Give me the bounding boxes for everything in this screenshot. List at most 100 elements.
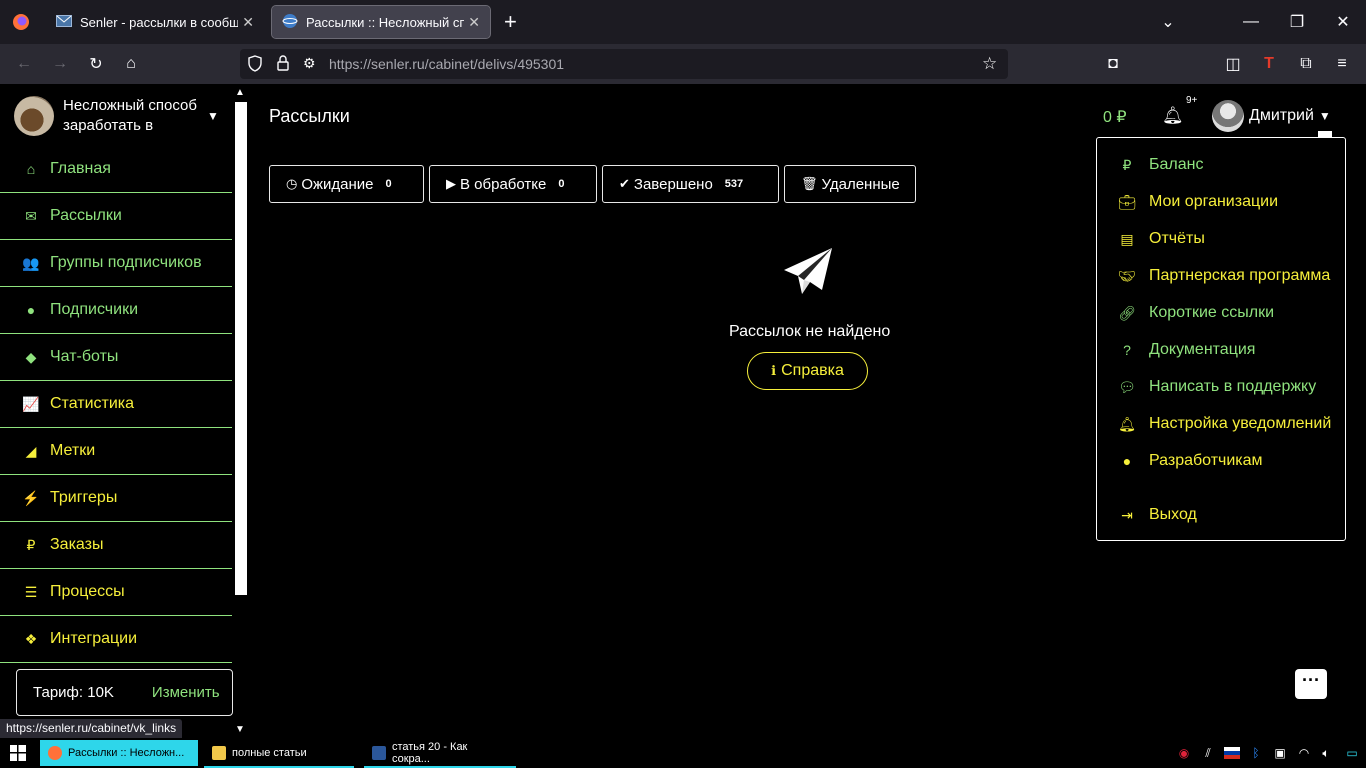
- sign-out-icon: ⇥: [1121, 506, 1133, 523]
- browser-tab-delivs[interactable]: Рассылки :: Несложный спосо ✕: [271, 5, 491, 39]
- trash-icon: 🗑︎: [801, 176, 818, 191]
- menu-icon[interactable]: ≡: [1330, 52, 1354, 76]
- tab-completed[interactable]: ✔ Завершено 537: [602, 165, 779, 203]
- sidebar-item-statistics[interactable]: 📈 Статистика: [0, 381, 232, 428]
- menu-item-docs[interactable]: ? Документация: [1117, 338, 1255, 362]
- menu-item-developers[interactable]: ● Разработчикам: [1117, 449, 1263, 473]
- forward-button[interactable]: →: [48, 52, 72, 76]
- question-icon: ?: [1123, 342, 1131, 358]
- menu-item-organizations[interactable]: 💼︎ Мои организации: [1117, 190, 1278, 214]
- volume-icon[interactable]: 🔈︎: [1315, 740, 1337, 766]
- notification-badge: 9+: [1186, 95, 1198, 106]
- close-icon[interactable]: ✕: [468, 14, 480, 31]
- scroll-down-icon[interactable]: ▼: [235, 724, 245, 735]
- sidebar-item-orders[interactable]: ₽ Заказы: [0, 522, 232, 569]
- sidebar-item-integrations[interactable]: ❖ Интеграции: [0, 616, 232, 663]
- taskbar-item-folder[interactable]: полные статьи: [204, 740, 354, 766]
- tab-processing[interactable]: ▶ В обработке 0: [429, 165, 597, 203]
- shield-icon[interactable]: [248, 55, 262, 77]
- new-tab-button[interactable]: +: [504, 10, 517, 34]
- file-icon: ▤: [1120, 230, 1134, 247]
- menu-item-balance[interactable]: ₽ Баланс: [1117, 153, 1204, 177]
- sidebar-item-deliveries[interactable]: ✉ Рассылки: [0, 193, 232, 240]
- sidebar-item-home[interactable]: ⌂ Главная: [0, 146, 232, 193]
- menu-item-support[interactable]: 💬︎ Написать в поддержку: [1117, 375, 1316, 399]
- home-icon[interactable]: ⌂: [119, 52, 143, 76]
- taskbar: Рассылки :: Несложн... полные статьи ста…: [0, 738, 1366, 768]
- menu-item-short-links[interactable]: 🔗︎ Короткие ссылки: [1117, 301, 1274, 325]
- tariff-label: Тариф: 10K: [33, 684, 114, 701]
- link-icon: 🔗︎: [1118, 304, 1136, 321]
- language-flag-icon[interactable]: [1221, 740, 1243, 766]
- lock-icon[interactable]: [277, 55, 289, 76]
- firefox-icon: [48, 746, 62, 760]
- github-icon: ●: [1122, 453, 1132, 469]
- opera-icon[interactable]: ◉: [1173, 740, 1195, 766]
- sidebar-item-processes[interactable]: ☰ Процессы: [0, 569, 232, 616]
- sidebar-scrollbar-thumb[interactable]: [235, 102, 247, 595]
- paper-plane-icon: [784, 248, 832, 294]
- extensions-icon[interactable]: ⧉: [1294, 52, 1318, 76]
- bell-icon[interactable]: 🔔︎: [1162, 106, 1184, 126]
- browser-nav-bar: ← → ↻ ⌂ ⚙ https://senler.ru/cabinet/deli…: [0, 44, 1366, 84]
- minimize-button[interactable]: —: [1228, 0, 1274, 44]
- ruble-icon: ₽: [26, 536, 36, 553]
- notifications-icon[interactable]: ▭: [1341, 740, 1363, 766]
- sidebar-toggle-icon[interactable]: ◫: [1221, 52, 1245, 76]
- tab-title: Senler - рассылки в сообщест: [80, 14, 239, 30]
- user-menu-toggle[interactable]: Дмитрий ▼: [1212, 100, 1331, 132]
- menu-item-reports[interactable]: ▤ Отчёты: [1117, 227, 1204, 251]
- tab-count: 0: [558, 178, 565, 190]
- handshake-icon: 🤝︎: [1118, 267, 1136, 284]
- browser-tab-senler[interactable]: Senler - рассылки в сообщест ✕: [46, 6, 264, 38]
- avatar: [1212, 100, 1244, 132]
- star-icon[interactable]: ☆: [982, 54, 997, 74]
- scroll-up-icon[interactable]: ▲: [235, 87, 245, 98]
- permissions-icon[interactable]: ⚙: [303, 55, 316, 72]
- taskbar-item-firefox[interactable]: Рассылки :: Несложн...: [40, 740, 198, 766]
- org-avatar: [14, 96, 54, 136]
- firefox-icon[interactable]: [0, 0, 42, 44]
- envelope-icon: ✉: [25, 207, 37, 224]
- menu-item-logout[interactable]: ⇥ Выход: [1117, 503, 1197, 527]
- tariff-box: Тариф: 10K Изменить: [16, 669, 233, 716]
- back-button[interactable]: ←: [12, 52, 36, 76]
- wifi-icon[interactable]: ◠: [1293, 740, 1315, 766]
- windows-start-icon[interactable]: [10, 745, 26, 761]
- close-icon[interactable]: ✕: [242, 14, 254, 31]
- url-bar[interactable]: ⚙ https://senler.ru/cabinet/delivs/49530…: [240, 49, 1008, 79]
- status-url: https://senler.ru/cabinet/vk_links: [0, 719, 183, 738]
- mail-icon: [56, 14, 72, 30]
- tab-count: 0: [385, 178, 392, 190]
- bluetooth-icon[interactable]: ᛒ: [1245, 740, 1267, 766]
- change-tariff-link[interactable]: Изменить: [152, 684, 220, 701]
- restore-button[interactable]: ❐: [1274, 0, 1320, 44]
- pocket-icon[interactable]: ◘: [1101, 52, 1125, 76]
- taskbar-item-word[interactable]: статья 20 - Как сокра...: [364, 740, 516, 766]
- sidebar-item-triggers[interactable]: ⚡ Триггеры: [0, 475, 232, 522]
- reload-button[interactable]: ↻: [84, 52, 108, 76]
- help-button[interactable]: ℹ Справка: [747, 352, 868, 390]
- tool-icon[interactable]: ⫽: [1197, 740, 1219, 766]
- tab-waiting[interactable]: ◷ Ожидание 0: [269, 165, 424, 203]
- chevron-down-icon: ▼: [1318, 109, 1331, 123]
- tab-deleted[interactable]: 🗑︎ Удаленные: [784, 165, 916, 203]
- sidebar-menu: ⌂ Главная ✉ Рассылки 👥 Группы подписчиков ●…: [0, 146, 232, 663]
- menu-item-notifications[interactable]: 🔔︎ Настройка уведомлений: [1117, 412, 1331, 436]
- translate-extension-icon[interactable]: T: [1257, 52, 1281, 76]
- security-icon[interactable]: ▣: [1269, 740, 1291, 766]
- sidebar-item-tags[interactable]: ◢ Метки: [0, 428, 232, 475]
- balance-link[interactable]: 0 ₽: [1103, 107, 1127, 127]
- url-text[interactable]: https://senler.ru/cabinet/delivs/495301: [329, 56, 564, 72]
- chat-button[interactable]: ···: [1295, 669, 1327, 699]
- sidebar-item-groups[interactable]: 👥 Группы подписчиков: [0, 240, 232, 287]
- chevron-down-icon[interactable]: ⌄: [1145, 0, 1191, 44]
- sidebar-item-subscribers[interactable]: ● Подписчики: [0, 287, 232, 334]
- org-selector[interactable]: Несложный способ заработать в ▼: [14, 94, 224, 138]
- close-window-button[interactable]: ✕: [1320, 0, 1366, 44]
- browser-tab-bar: Senler - рассылки в сообщест ✕ Рассылки …: [0, 0, 1366, 44]
- menu-item-partners[interactable]: 🤝︎ Партнерская программа: [1117, 264, 1330, 288]
- cubes-icon: ❖: [24, 630, 38, 647]
- sidebar-item-chatbots[interactable]: ◆ Чат-боты: [0, 334, 232, 381]
- tab-count: 537: [724, 178, 744, 190]
